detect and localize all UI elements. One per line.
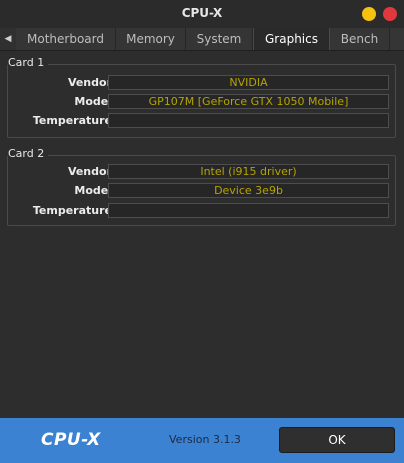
minimize-icon[interactable] xyxy=(362,7,376,21)
card-2-temperature-value[interactable] xyxy=(108,203,389,218)
close-icon[interactable] xyxy=(383,7,397,21)
card-1-temperature-row: Temperature xyxy=(8,113,397,129)
card-1-temperature-value[interactable] xyxy=(108,113,389,128)
ok-button[interactable]: OK xyxy=(279,427,395,453)
window-title: CPU-X xyxy=(181,6,223,20)
temperature-label: Temperature xyxy=(32,204,112,217)
card-1-vendor-row: Vendor NVIDIA xyxy=(8,75,397,91)
vendor-label: Vendor xyxy=(67,76,112,89)
card-2-group: Card 2 Vendor Intel (i915 driver) Model … xyxy=(7,147,397,226)
card-1-model-row: Model GP107M [GeForce GTX 1050 Mobile] xyxy=(8,94,397,110)
card-2-model-value[interactable]: Device 3e9b xyxy=(108,183,389,198)
card-1-model-value[interactable]: GP107M [GeForce GTX 1050 Mobile] xyxy=(108,94,389,109)
version-label: Version 3.1.3 xyxy=(169,433,241,446)
card-2-title: Card 2 xyxy=(8,147,49,161)
card-2-temperature-row: Temperature xyxy=(8,203,397,219)
card-1-group: Card 1 Vendor NVIDIA Model GP107M [GeFor… xyxy=(7,56,397,138)
card-1-vendor-value[interactable]: NVIDIA xyxy=(108,75,389,90)
tab-bar: ◀ Motherboard Memory System Graphics Ben… xyxy=(0,28,404,51)
tab-memory[interactable]: Memory xyxy=(116,28,186,50)
temperature-label: Temperature xyxy=(32,114,112,127)
card-2-model-row: Model Device 3e9b xyxy=(8,183,397,199)
model-label: Model xyxy=(74,184,112,197)
chevron-left-icon[interactable]: ◀ xyxy=(0,28,16,50)
card-1-title: Card 1 xyxy=(8,56,49,70)
tab-bench[interactable]: Bench xyxy=(330,28,390,50)
tab-graphics[interactable]: Graphics xyxy=(253,28,330,50)
tab-motherboard[interactable]: Motherboard xyxy=(16,28,116,50)
model-label: Model xyxy=(74,95,112,108)
card-2-vendor-row: Vendor Intel (i915 driver) xyxy=(8,164,397,180)
card-2-vendor-value[interactable]: Intel (i915 driver) xyxy=(108,164,389,179)
cpu-x-window: CPU-X ◀ Motherboard Memory System Graphi… xyxy=(0,0,404,463)
title-bar: CPU-X xyxy=(0,0,404,29)
graphics-panel: Card 1 Vendor NVIDIA Model GP107M [GeFor… xyxy=(0,51,404,418)
vendor-label: Vendor xyxy=(67,165,112,178)
footer-bar: CPU-X Version 3.1.3 OK xyxy=(0,418,404,463)
tab-system[interactable]: System xyxy=(186,28,253,50)
brand-logo-text: CPU-X xyxy=(41,430,101,450)
